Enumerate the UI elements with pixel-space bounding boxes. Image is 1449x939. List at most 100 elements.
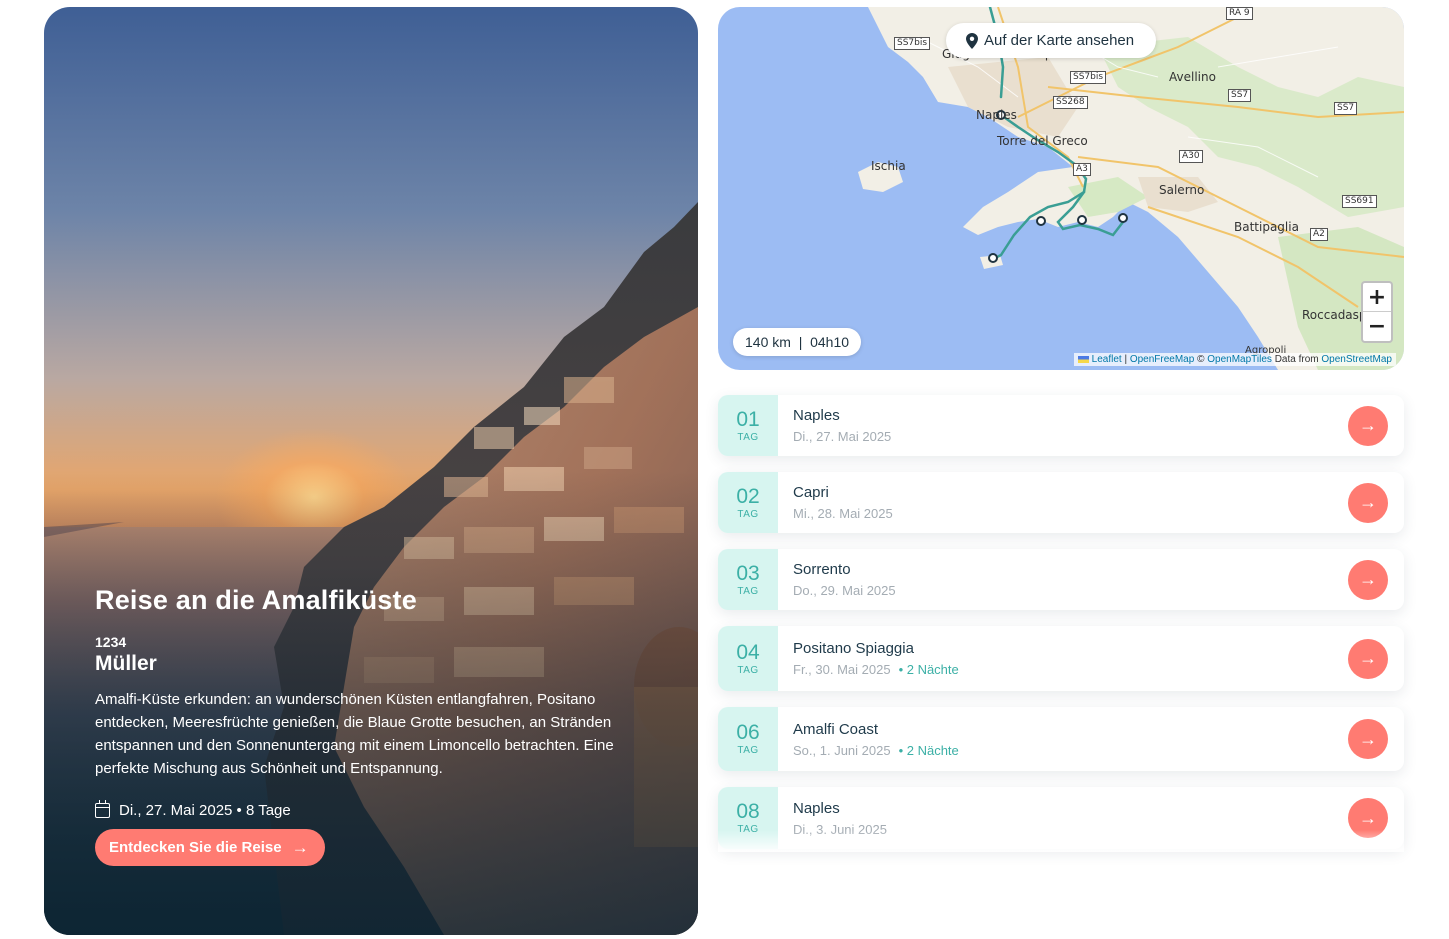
map-label-naples: Naples — [976, 108, 1017, 122]
day-number-badge: 02 TAG — [718, 472, 778, 533]
day-city: Capri — [793, 484, 829, 501]
day-city: Amalfi Coast — [793, 720, 879, 738]
day-number: 06 — [736, 721, 760, 744]
day-tag: TAG — [737, 585, 759, 597]
day-tag: TAG — [737, 508, 759, 520]
day-date: Di., 27. Mai 2025 — [793, 429, 892, 444]
map-label-torre-del-greco: Torre del Greco — [997, 134, 1088, 148]
discover-trip-label: Entdecken Sie die Reise — [109, 839, 282, 856]
day-card-01[interactable]: 01 TAG Naples Di., 27. Mai 2025 → — [718, 395, 1404, 456]
day-number-badge: 06 TAG — [718, 707, 778, 771]
attribution-data-from: Data from — [1271, 354, 1322, 365]
day-date: So., 1. Juni 2025 — [793, 742, 891, 758]
list-fade-overlay — [718, 830, 1404, 852]
map-label-salerno: Salerno — [1159, 183, 1205, 197]
day-number: 01 — [736, 407, 760, 431]
day-number-badge: 03 TAG — [718, 549, 778, 610]
day-tag: TAG — [737, 664, 759, 676]
arrow-right-icon: → — [1359, 569, 1377, 589]
ukraine-flag-icon — [1077, 355, 1089, 363]
day-nights: • 2 Nächte — [898, 742, 959, 758]
day-date: Mi., 28. Mai 2025 — [793, 506, 893, 521]
attribution-openfreemap-link[interactable]: OpenFreeMap — [1130, 354, 1194, 365]
day-date-line: Fr., 30. Mai 2025 • 2 Nächte — [793, 662, 1348, 677]
map-pin-icon — [966, 32, 978, 49]
open-day-button[interactable]: → — [1348, 482, 1388, 523]
day-card-04[interactable]: 04 TAG Positano Spiaggia Fr., 30. Mai 20… — [718, 626, 1404, 691]
day-number: 04 — [736, 640, 760, 664]
zoom-out-button[interactable]: − — [1363, 312, 1391, 341]
day-date: Fr., 30. Mai 2025 — [793, 662, 891, 677]
day-number-badge: 04 TAG — [718, 626, 778, 691]
trip-date-info: Di., 27. Mai 2025 • 8 Tage — [95, 800, 655, 819]
day-number: 03 — [736, 561, 760, 585]
view-on-map-label: Auf der Karte ansehen — [984, 32, 1135, 49]
open-day-button[interactable]: → — [1348, 405, 1388, 446]
road-tag-ss7-east: SS7 — [1334, 102, 1358, 115]
day-city: Positano Spiaggia — [793, 640, 914, 657]
open-day-button[interactable]: → — [1348, 719, 1388, 759]
road-tag-a2: A2 — [1310, 228, 1328, 241]
road-tag-ra9: RA 9 — [1226, 7, 1253, 20]
road-tag-ss7bis-east: SS7bis — [1070, 71, 1107, 84]
trip-hero-card: Reise an die Amalfiküste 1234 Müller Ama… — [44, 7, 698, 935]
day-date-line: Do., 29. Mai 2025 — [793, 583, 1348, 598]
trip-date-text: Di., 27. Mai 2025 • 8 Tage — [119, 802, 291, 819]
arrow-right-icon: → — [1359, 415, 1377, 435]
zoom-control: + − — [1361, 281, 1393, 343]
day-date-line: So., 1. Juni 2025 • 2 Nächte — [793, 743, 1348, 758]
map-label-battipaglia: Battipaglia — [1234, 220, 1299, 234]
attribution-osm-link[interactable]: OpenStreetMap — [1321, 354, 1392, 365]
road-tag-ss691: SS691 — [1342, 195, 1377, 208]
road-tag-a3: A3 — [1073, 163, 1091, 176]
day-info: Naples Di., 27. Mai 2025 — [778, 395, 1348, 456]
day-date-line: Mi., 28. Mai 2025 — [793, 506, 1348, 521]
map-label-avellino: Avellino — [1169, 70, 1216, 84]
arrow-right-icon: → — [1359, 807, 1377, 828]
day-number: 08 — [736, 800, 760, 823]
day-tag: TAG — [737, 745, 759, 756]
arrow-right-icon: → — [1359, 728, 1377, 749]
map-attribution: Leaflet | OpenFreeMap © OpenMapTiles Dat… — [1073, 353, 1396, 366]
route-map[interactable]: Giugliano in Campania Avellino Naples To… — [718, 7, 1404, 370]
attribution-openmaptiles-link[interactable]: OpenMapTiles — [1207, 354, 1272, 365]
day-number: 02 — [736, 484, 760, 508]
view-on-map-button[interactable]: Auf der Karte ansehen — [946, 23, 1157, 58]
attribution-leaflet-link[interactable]: Leaflet — [1092, 354, 1122, 365]
route-distance-badge: 140 km | 04h10 — [733, 328, 862, 356]
open-day-button[interactable]: → — [1348, 638, 1388, 679]
day-card-06[interactable]: 06 TAG Amalfi Coast So., 1. Juni 2025 • 2… — [718, 707, 1404, 771]
day-number-badge: 01 TAG — [718, 395, 778, 456]
attribution-separator: | — [1121, 354, 1130, 365]
map-label-ischia: Ischia — [871, 159, 906, 173]
day-info: Sorrento Do., 29. Mai 2025 — [778, 549, 1348, 610]
day-city: Sorrento — [793, 561, 851, 578]
road-tag-ss268: SS268 — [1053, 96, 1088, 109]
day-city: Naples — [793, 407, 840, 424]
trip-title: Reise an die Amalfiküste — [95, 585, 417, 615]
hero-content: Reise an die Amalfiküste 1234 Müller Ama… — [95, 585, 655, 866]
day-nights: • 2 Nächte — [898, 662, 959, 677]
arrow-right-icon: → — [1359, 492, 1377, 512]
trip-code: 1234 — [95, 634, 127, 650]
day-date-line: Di., 27. Mai 2025 — [793, 429, 1348, 444]
day-card-02[interactable]: 02 TAG Capri Mi., 28. Mai 2025 → — [718, 472, 1404, 533]
trip-description: Amalfi-Küste erkunden: an wunderschönen … — [95, 691, 614, 777]
road-tag-ss7bis-west: SS7bis — [894, 37, 931, 50]
day-date: Do., 29. Mai 2025 — [793, 583, 896, 598]
day-info: Amalfi Coast So., 1. Juni 2025 • 2 Nächte — [778, 707, 1348, 771]
discover-trip-button[interactable]: Entdecken Sie die Reise → — [95, 829, 325, 866]
calendar-icon — [95, 800, 110, 818]
day-card-03[interactable]: 03 TAG Sorrento Do., 29. Mai 2025 → — [718, 549, 1404, 610]
traveler-name: Müller — [95, 652, 157, 675]
day-info: Positano Spiaggia Fr., 30. Mai 2025 • 2 N… — [778, 626, 1348, 691]
zoom-in-button[interactable]: + — [1363, 283, 1391, 312]
day-info: Capri Mi., 28. Mai 2025 — [778, 472, 1348, 533]
day-tag: TAG — [737, 431, 759, 443]
road-tag-a30: A30 — [1179, 150, 1203, 163]
arrow-right-icon: → — [291, 837, 309, 857]
attribution-copyright: © — [1194, 354, 1208, 365]
arrow-right-icon: → — [1359, 648, 1377, 668]
day-city: Naples — [793, 799, 840, 817]
open-day-button[interactable]: → — [1348, 559, 1388, 600]
